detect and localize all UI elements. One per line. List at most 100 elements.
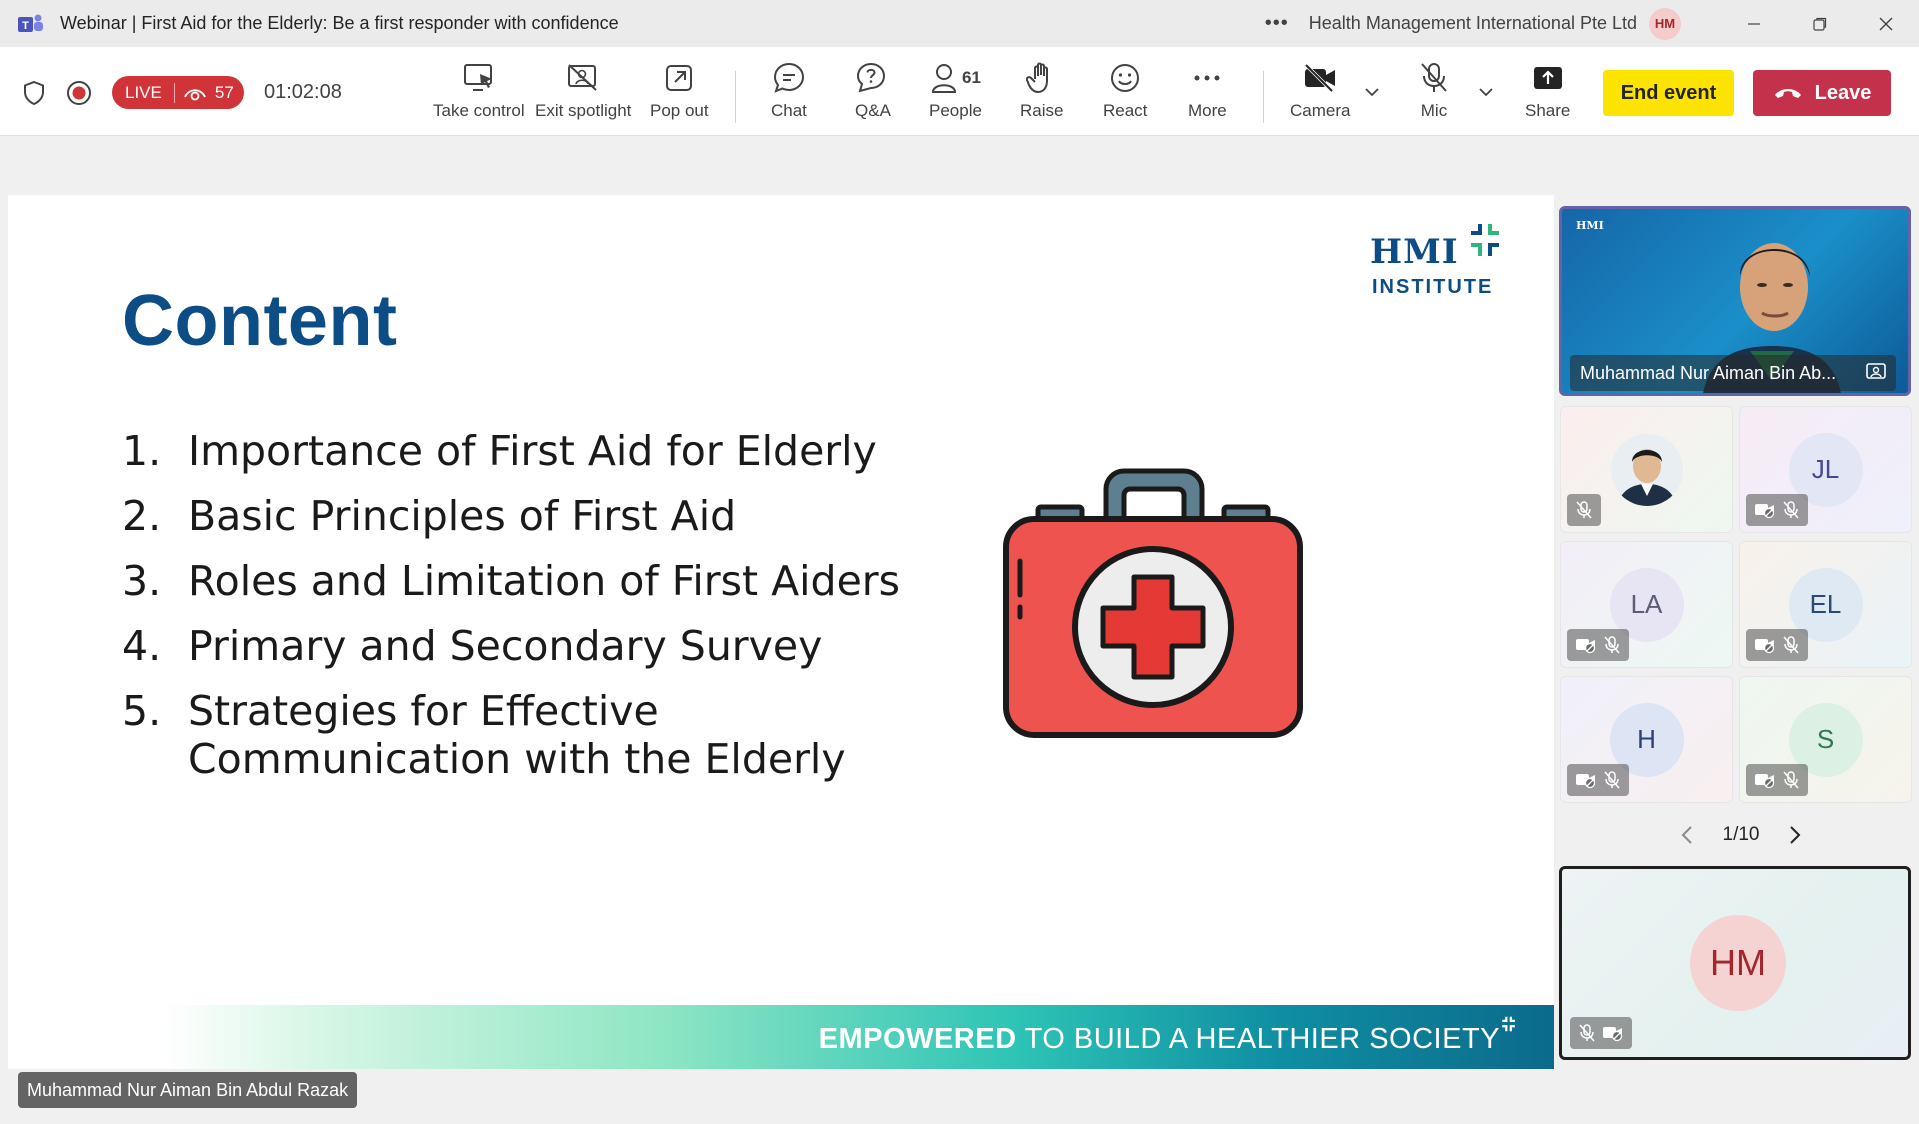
more-button[interactable]: More <box>1188 59 1227 129</box>
self-video-tile[interactable]: HM <box>1559 866 1911 1060</box>
content-list: 1. Importance of First Aid for Elderly 2.… <box>122 427 928 800</box>
share-label: Share <box>1525 101 1571 120</box>
participant-tile[interactable] <box>1560 406 1733 533</box>
list-text: Strategies for Effective Communication w… <box>188 687 846 783</box>
list-item: 5. Strategies for Effective Communication… <box>122 687 928 783</box>
camera-off-icon <box>1576 774 1596 789</box>
close-icon <box>1879 17 1893 30</box>
mic-off-icon <box>1421 63 1447 92</box>
smile-icon <box>1111 64 1140 92</box>
spotlight-video-tile[interactable]: HMI Muhammad Nur Aiman Bin Ab... <box>1559 206 1911 396</box>
slide-banner: EMPOWERED TO BUILD A HEALTHIER SOCIETY <box>8 1005 1554 1069</box>
list-text: Importance of First Aid for Elderly <box>188 427 877 475</box>
user-avatar[interactable]: HM <box>1649 7 1681 40</box>
organization-name: Health Management International Pte Ltd <box>1308 13 1637 33</box>
live-status-badge[interactable]: LIVE 57 <box>112 76 244 109</box>
pop-out-button[interactable]: Pop out <box>650 59 709 129</box>
mic-off-icon <box>1783 501 1799 519</box>
camera-off-icon <box>1755 504 1775 519</box>
toolbar-divider <box>1263 71 1264 123</box>
close-button[interactable] <box>1853 0 1919 47</box>
window-title: Webinar | First Aid for the Elderly: Be … <box>60 13 619 33</box>
banner-logo-mark-icon <box>1502 1016 1515 1032</box>
chevron-right-icon[interactable] <box>1788 825 1802 845</box>
mic-off-icon <box>1579 1024 1595 1042</box>
take-control-label: Take control <box>433 101 525 120</box>
camera-label: Camera <box>1290 101 1351 120</box>
mic-off-icon <box>1604 771 1620 789</box>
raise-hand-icon <box>1025 62 1048 93</box>
banner-bold-text: EMPOWERED <box>818 1023 1017 1055</box>
participant-status-badges <box>1567 629 1629 661</box>
maximize-button[interactable] <box>1787 0 1853 47</box>
participant-tile[interactable]: JL <box>1739 406 1912 533</box>
eye-icon <box>184 88 206 100</box>
take-control-button[interactable]: Take control <box>433 59 525 129</box>
mic-off-icon <box>1783 771 1799 789</box>
recording-icon[interactable] <box>66 80 92 106</box>
leave-button[interactable]: Leave <box>1753 70 1891 116</box>
qa-button[interactable]: Q&A <box>855 59 891 129</box>
camera-options-chevron-icon[interactable] <box>1364 87 1380 97</box>
logo-subtitle: INSTITUTE <box>1372 276 1494 298</box>
people-label: People <box>929 101 982 120</box>
participant-status-badges <box>1746 494 1808 526</box>
hmi-logo-mark-icon <box>1471 224 1499 256</box>
mic-options-chevron-icon[interactable] <box>1478 87 1494 97</box>
camera-off-icon <box>1755 639 1775 654</box>
first-aid-kit-icon <box>1003 468 1303 738</box>
minimize-button[interactable] <box>1721 0 1787 47</box>
camera-off-icon <box>1304 63 1336 93</box>
list-number: 1. <box>122 427 162 475</box>
raise-label: Raise <box>1020 101 1064 120</box>
participant-status-badges <box>1746 629 1808 661</box>
participant-status-badges <box>1567 494 1601 526</box>
participant-tile[interactable]: H <box>1560 676 1733 803</box>
share-button[interactable]: Share <box>1525 59 1570 129</box>
list-item: 3. Roles and Limitation of First Aiders <box>122 557 928 605</box>
people-count: 61 <box>962 68 981 87</box>
camera-off-icon <box>1755 774 1775 789</box>
raise-hand-button[interactable]: Raise <box>1020 59 1063 129</box>
take-control-icon <box>463 64 492 91</box>
react-button[interactable]: React <box>1103 59 1147 129</box>
more-icon <box>1194 75 1220 81</box>
pop-out-label: Pop out <box>650 101 709 120</box>
list-number: 4. <box>122 622 162 670</box>
participant-tile[interactable]: S <box>1739 676 1912 803</box>
participant-tile[interactable]: LA <box>1560 541 1733 668</box>
list-item: 2. Basic Principles of First Aid <box>122 492 928 540</box>
presenter-name-tag: Muhammad Nur Aiman Bin Abdul Razak <box>18 1072 358 1108</box>
more-label: More <box>1188 101 1227 120</box>
mic-off-icon <box>1783 636 1799 654</box>
list-number: 5. <box>122 687 162 735</box>
list-text: Basic Principles of First Aid <box>188 492 737 540</box>
mic-button[interactable]: Mic <box>1418 59 1450 129</box>
qa-icon <box>856 62 886 93</box>
exit-spotlight-button[interactable]: Exit spotlight <box>535 59 631 129</box>
list-number: 2. <box>122 492 162 540</box>
chevron-left-icon[interactable] <box>1680 825 1694 845</box>
self-initials: HM <box>1690 915 1786 1011</box>
meeting-timer: 01:02:08 <box>264 81 342 103</box>
camera-button[interactable]: Camera <box>1290 59 1350 129</box>
camera-off-icon <box>1603 1027 1623 1042</box>
share-icon <box>1533 67 1562 89</box>
people-button[interactable]: 61 People <box>929 59 982 129</box>
list-text: Primary and Secondary Survey <box>188 622 823 670</box>
end-event-button[interactable]: End event <box>1603 70 1734 116</box>
title-more-icon[interactable]: ••• <box>1265 12 1289 35</box>
hang-up-icon <box>1774 89 1801 98</box>
chat-button[interactable]: Chat <box>771 59 807 129</box>
participant-tile[interactable]: EL <box>1739 541 1912 668</box>
hmi-institute-logo: HMI INSTITUTE <box>1370 220 1510 300</box>
mic-label: Mic <box>1420 101 1448 120</box>
mic-off-icon <box>1604 636 1620 654</box>
list-item: 4. Primary and Secondary Survey <box>122 622 928 670</box>
shield-icon[interactable] <box>22 80 46 106</box>
banner-text: TO BUILD A HEALTHIER SOCIETY <box>1024 1023 1500 1055</box>
meeting-toolbar: LIVE 57 01:02:08 Take control Exit spotl… <box>0 47 1919 136</box>
minimize-icon <box>1748 22 1760 25</box>
list-number: 3. <box>122 557 162 605</box>
react-label: React <box>1103 101 1148 120</box>
